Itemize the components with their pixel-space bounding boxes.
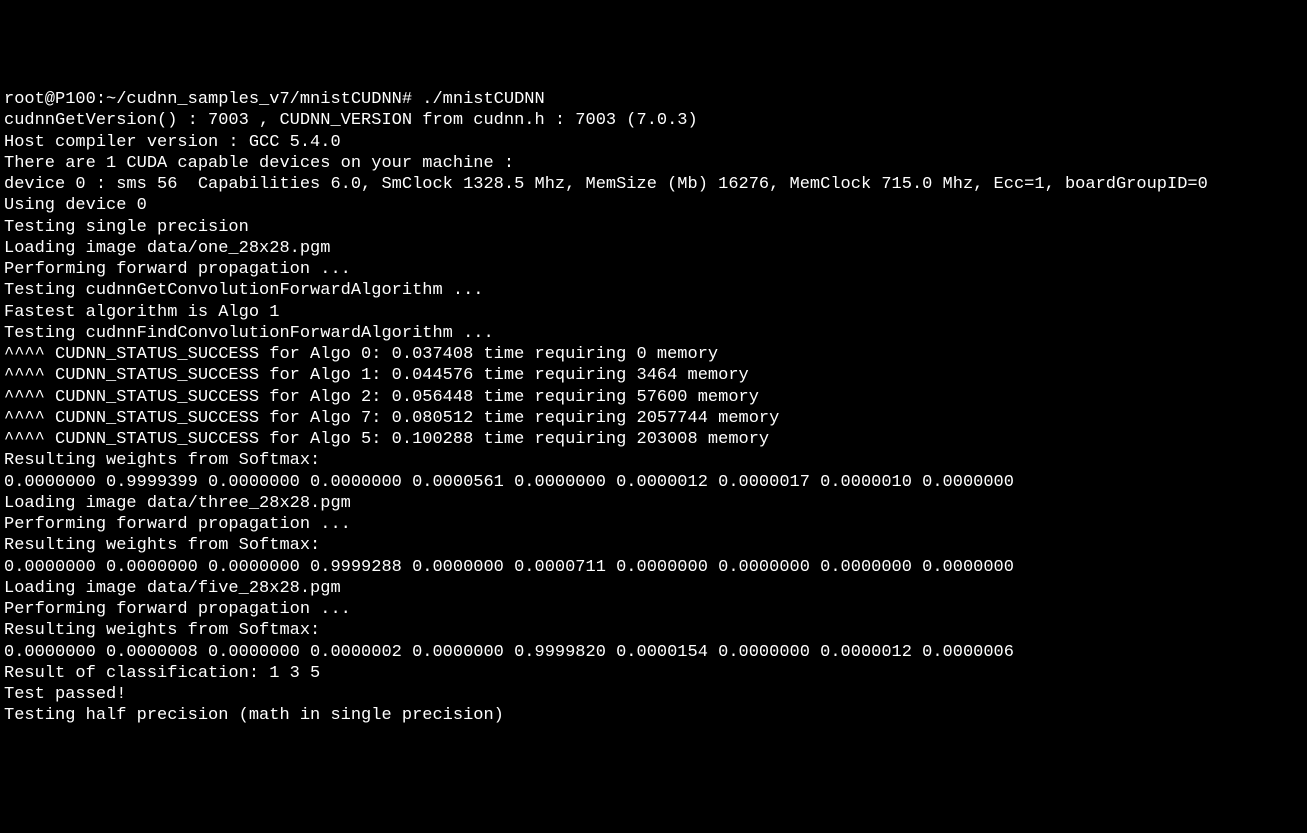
terminal-line: Result of classification: 1 3 5 bbox=[4, 663, 1303, 684]
terminal-line: Loading image data/three_28x28.pgm bbox=[4, 493, 1303, 514]
terminal-line: 0.0000000 0.0000008 0.0000000 0.0000002 … bbox=[4, 642, 1303, 663]
terminal-line: cudnnGetVersion() : 7003 , CUDNN_VERSION… bbox=[4, 110, 1303, 131]
terminal-line: root@P100:~/cudnn_samples_v7/mnistCUDNN#… bbox=[4, 89, 1303, 110]
terminal-line: ^^^^ CUDNN_STATUS_SUCCESS for Algo 5: 0.… bbox=[4, 429, 1303, 450]
terminal-line: Testing single precision bbox=[4, 217, 1303, 238]
terminal-line: Loading image data/five_28x28.pgm bbox=[4, 578, 1303, 599]
terminal-line: 0.0000000 0.9999399 0.0000000 0.0000000 … bbox=[4, 472, 1303, 493]
terminal-line: device 0 : sms 56 Capabilities 6.0, SmCl… bbox=[4, 174, 1303, 195]
terminal-line: Test passed! bbox=[4, 684, 1303, 705]
terminal-line: 0.0000000 0.0000000 0.0000000 0.9999288 … bbox=[4, 557, 1303, 578]
terminal-line: ^^^^ CUDNN_STATUS_SUCCESS for Algo 1: 0.… bbox=[4, 365, 1303, 386]
terminal-line: Testing half precision (math in single p… bbox=[4, 705, 1303, 726]
terminal-line: Performing forward propagation ... bbox=[4, 514, 1303, 535]
terminal-line: Testing cudnnFindConvolutionForwardAlgor… bbox=[4, 323, 1303, 344]
terminal-line: Resulting weights from Softmax: bbox=[4, 535, 1303, 556]
terminal-line: Resulting weights from Softmax: bbox=[4, 620, 1303, 641]
terminal-line: ^^^^ CUDNN_STATUS_SUCCESS for Algo 0: 0.… bbox=[4, 344, 1303, 365]
terminal-line: Fastest algorithm is Algo 1 bbox=[4, 302, 1303, 323]
terminal-line: Loading image data/one_28x28.pgm bbox=[4, 238, 1303, 259]
terminal-line: Resulting weights from Softmax: bbox=[4, 450, 1303, 471]
terminal-line: Host compiler version : GCC 5.4.0 bbox=[4, 132, 1303, 153]
terminal-line: There are 1 CUDA capable devices on your… bbox=[4, 153, 1303, 174]
terminal-line: Performing forward propagation ... bbox=[4, 599, 1303, 620]
terminal-line: Testing cudnnGetConvolutionForwardAlgori… bbox=[4, 280, 1303, 301]
terminal-line: Performing forward propagation ... bbox=[4, 259, 1303, 280]
terminal-line: ^^^^ CUDNN_STATUS_SUCCESS for Algo 7: 0.… bbox=[4, 408, 1303, 429]
terminal-line: Using device 0 bbox=[4, 195, 1303, 216]
terminal-output[interactable]: root@P100:~/cudnn_samples_v7/mnistCUDNN#… bbox=[4, 89, 1303, 727]
terminal-line: ^^^^ CUDNN_STATUS_SUCCESS for Algo 2: 0.… bbox=[4, 387, 1303, 408]
